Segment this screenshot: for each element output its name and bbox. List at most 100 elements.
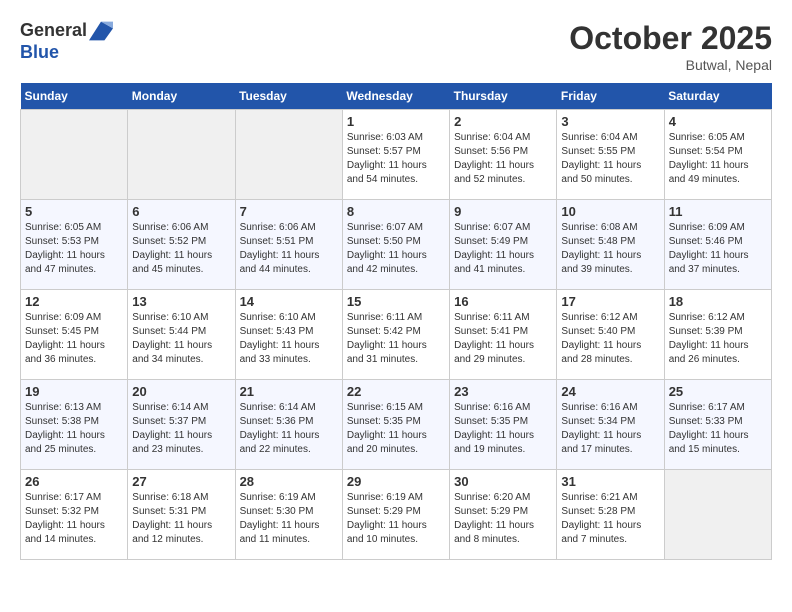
logo-general: General [20,20,87,40]
day-info: Sunrise: 6:03 AM Sunset: 5:57 PM Dayligh… [347,131,445,187]
day-number: 22 [347,384,445,399]
calendar-cell: 14 Sunrise: 6:10 AM Sunset: 5:43 PM Dayli… [235,290,342,380]
calendar-cell: 9Sunrise: 6:07 AM Sunset: 5:49 PM Daylig… [450,200,557,290]
header-day-sunday: Sunday [21,83,128,110]
day-number: 13 [132,294,230,309]
day-number: 12 [25,294,123,309]
logo-blue: Blue [20,42,59,62]
calendar-cell: 31 Sunrise: 6:21 AM Sunset: 5:28 PM Dayli… [557,470,664,560]
calendar-cell: 13Sunrise: 6:10 AM Sunset: 5:44 PM Dayli… [128,290,235,380]
calendar-cell: 21 Sunrise: 6:14 AM Sunset: 5:36 PM Dayli… [235,380,342,470]
day-info: Sunrise: 6:11 AM Sunset: 5:42 PM Dayligh… [347,311,445,367]
calendar-cell: 12 Sunrise: 6:09 AM Sunset: 5:45 PM Dayli… [21,290,128,380]
day-info: Sunrise: 6:10 AM Sunset: 5:43 PM Dayligh… [240,311,338,367]
calendar-week-4: 19 Sunrise: 6:13 AM Sunset: 5:38 PM Dayli… [21,380,772,470]
day-number: 5 [25,204,123,219]
day-info: Sunrise: 6:12 AM Sunset: 5:40 PM Dayligh… [561,311,659,367]
page-header: General Blue October 2025 Butwal, Nepal [20,20,772,73]
calendar-cell: 1 Sunrise: 6:03 AM Sunset: 5:57 PM Daylig… [342,110,449,200]
day-info: Sunrise: 6:05 AM Sunset: 5:54 PM Dayligh… [669,131,767,187]
day-number: 27 [132,474,230,489]
calendar-cell: 5 Sunrise: 6:05 AM Sunset: 5:53 PM Daylig… [21,200,128,290]
day-info: Sunrise: 6:15 AM Sunset: 5:35 PM Dayligh… [347,401,445,457]
day-number: 14 [240,294,338,309]
day-info: Sunrise: 6:05 AM Sunset: 5:53 PM Dayligh… [25,221,123,277]
calendar-cell: 22 Sunrise: 6:15 AM Sunset: 5:35 PM Dayli… [342,380,449,470]
calendar-cell: 17 Sunrise: 6:12 AM Sunset: 5:40 PM Dayli… [557,290,664,380]
calendar-cell: 10 Sunrise: 6:08 AM Sunset: 5:48 PM Dayli… [557,200,664,290]
day-number: 25 [669,384,767,399]
header-row: SundayMondayTuesdayWednesdayThursdayFrid… [21,83,772,110]
day-info: Sunrise: 6:07 AM Sunset: 5:50 PM Dayligh… [347,221,445,277]
day-number: 4 [669,114,767,129]
day-number: 1 [347,114,445,129]
day-info: Sunrise: 6:20 AM Sunset: 5:29 PM Dayligh… [454,491,552,547]
calendar-table: SundayMondayTuesdayWednesdayThursdayFrid… [20,83,772,560]
day-info: Sunrise: 6:19 AM Sunset: 5:29 PM Dayligh… [347,491,445,547]
day-info: Sunrise: 6:08 AM Sunset: 5:48 PM Dayligh… [561,221,659,277]
day-info: Sunrise: 6:09 AM Sunset: 5:45 PM Dayligh… [25,311,123,367]
day-number: 31 [561,474,659,489]
month-title: October 2025 [569,20,772,57]
day-info: Sunrise: 6:16 AM Sunset: 5:34 PM Dayligh… [561,401,659,457]
day-number: 17 [561,294,659,309]
calendar-cell: 23 Sunrise: 6:16 AM Sunset: 5:35 PM Dayli… [450,380,557,470]
day-number: 26 [25,474,123,489]
calendar-cell: 26Sunrise: 6:17 AM Sunset: 5:32 PM Dayli… [21,470,128,560]
day-info: Sunrise: 6:14 AM Sunset: 5:37 PM Dayligh… [132,401,230,457]
day-info: Sunrise: 6:21 AM Sunset: 5:28 PM Dayligh… [561,491,659,547]
logo-bird-icon [89,21,113,41]
calendar-week-3: 12 Sunrise: 6:09 AM Sunset: 5:45 PM Dayli… [21,290,772,380]
calendar-cell: 24 Sunrise: 6:16 AM Sunset: 5:34 PM Dayli… [557,380,664,470]
day-number: 19 [25,384,123,399]
day-info: Sunrise: 6:09 AM Sunset: 5:46 PM Dayligh… [669,221,767,277]
calendar-header: SundayMondayTuesdayWednesdayThursdayFrid… [21,83,772,110]
day-info: Sunrise: 6:18 AM Sunset: 5:31 PM Dayligh… [132,491,230,547]
calendar-cell: 30 Sunrise: 6:20 AM Sunset: 5:29 PM Dayli… [450,470,557,560]
day-number: 2 [454,114,552,129]
day-info: Sunrise: 6:14 AM Sunset: 5:36 PM Dayligh… [240,401,338,457]
day-number: 6 [132,204,230,219]
day-info: Sunrise: 6:06 AM Sunset: 5:52 PM Dayligh… [132,221,230,277]
day-info: Sunrise: 6:04 AM Sunset: 5:55 PM Dayligh… [561,131,659,187]
day-number: 15 [347,294,445,309]
day-info: Sunrise: 6:11 AM Sunset: 5:41 PM Dayligh… [454,311,552,367]
day-info: Sunrise: 6:19 AM Sunset: 5:30 PM Dayligh… [240,491,338,547]
calendar-cell: 25Sunrise: 6:17 AM Sunset: 5:33 PM Dayli… [664,380,771,470]
calendar-week-1: 1 Sunrise: 6:03 AM Sunset: 5:57 PM Daylig… [21,110,772,200]
calendar-cell: 29Sunrise: 6:19 AM Sunset: 5:29 PM Dayli… [342,470,449,560]
calendar-cell: 28 Sunrise: 6:19 AM Sunset: 5:30 PM Dayli… [235,470,342,560]
header-day-friday: Friday [557,83,664,110]
calendar-cell: 27 Sunrise: 6:18 AM Sunset: 5:31 PM Dayli… [128,470,235,560]
calendar-cell: 19 Sunrise: 6:13 AM Sunset: 5:38 PM Dayli… [21,380,128,470]
location: Butwal, Nepal [569,57,772,73]
header-day-monday: Monday [128,83,235,110]
calendar-cell [21,110,128,200]
day-number: 16 [454,294,552,309]
logo: General Blue [20,20,115,63]
day-number: 28 [240,474,338,489]
calendar-week-5: 26Sunrise: 6:17 AM Sunset: 5:32 PM Dayli… [21,470,772,560]
day-number: 3 [561,114,659,129]
calendar-cell [128,110,235,200]
day-number: 30 [454,474,552,489]
header-day-tuesday: Tuesday [235,83,342,110]
day-number: 21 [240,384,338,399]
calendar-cell: 15 Sunrise: 6:11 AM Sunset: 5:42 PM Dayli… [342,290,449,380]
calendar-cell: 7Sunrise: 6:06 AM Sunset: 5:51 PM Daylig… [235,200,342,290]
day-info: Sunrise: 6:13 AM Sunset: 5:38 PM Dayligh… [25,401,123,457]
header-day-saturday: Saturday [664,83,771,110]
day-number: 23 [454,384,552,399]
calendar-cell [664,470,771,560]
day-number: 11 [669,204,767,219]
calendar-cell: 4 Sunrise: 6:05 AM Sunset: 5:54 PM Daylig… [664,110,771,200]
day-number: 10 [561,204,659,219]
calendar-cell: 20Sunrise: 6:14 AM Sunset: 5:37 PM Dayli… [128,380,235,470]
calendar-cell: 2Sunrise: 6:04 AM Sunset: 5:56 PM Daylig… [450,110,557,200]
calendar-week-2: 5 Sunrise: 6:05 AM Sunset: 5:53 PM Daylig… [21,200,772,290]
day-info: Sunrise: 6:16 AM Sunset: 5:35 PM Dayligh… [454,401,552,457]
calendar-body: 1 Sunrise: 6:03 AM Sunset: 5:57 PM Daylig… [21,110,772,560]
calendar-cell: 6 Sunrise: 6:06 AM Sunset: 5:52 PM Daylig… [128,200,235,290]
day-info: Sunrise: 6:12 AM Sunset: 5:39 PM Dayligh… [669,311,767,367]
day-number: 24 [561,384,659,399]
